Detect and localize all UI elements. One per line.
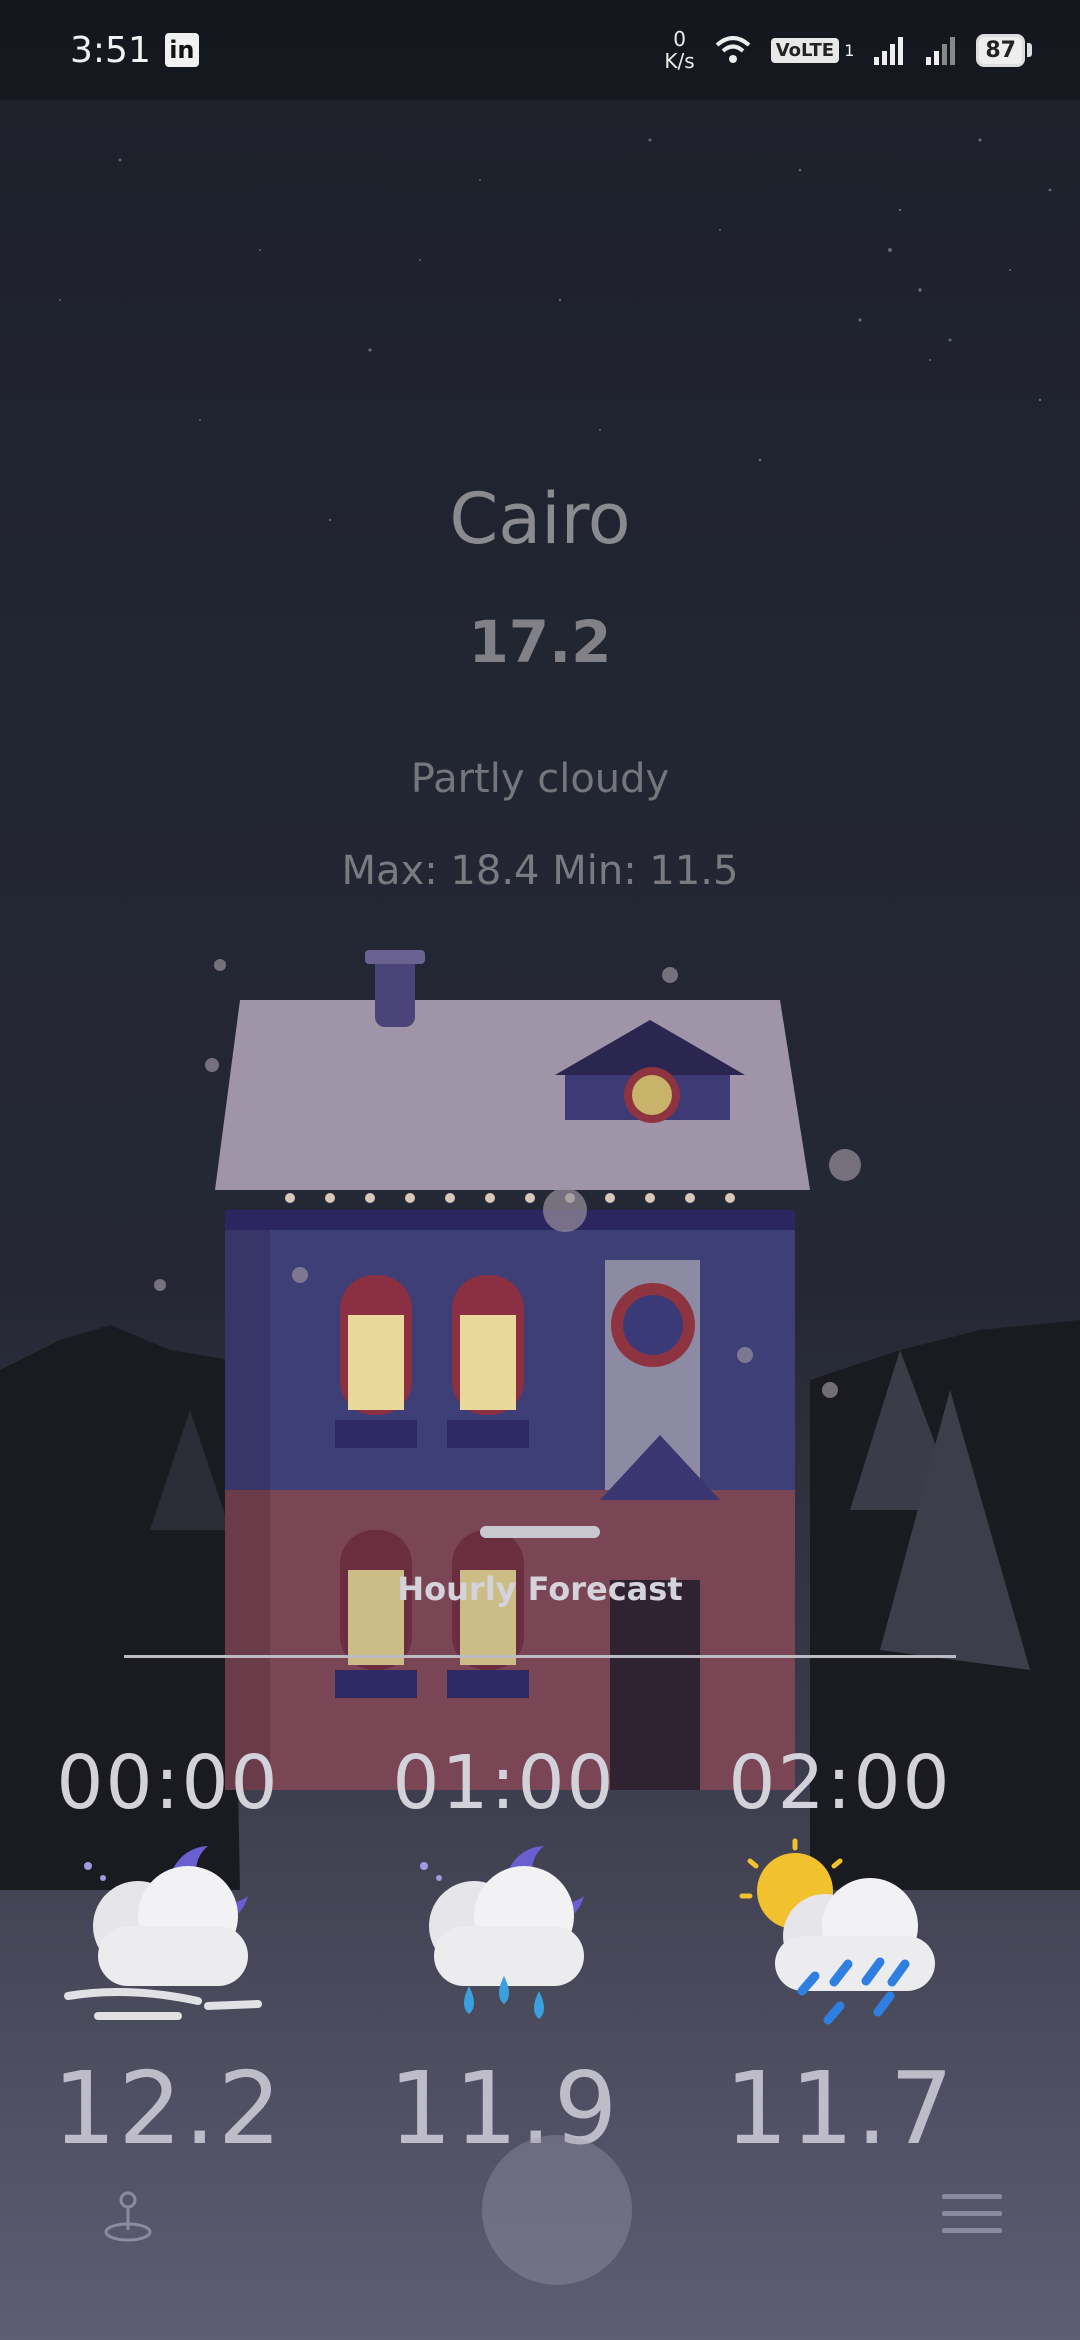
night-cloud-rain-icon [420,1846,584,2019]
weather-condition: Partly cloudy [410,756,670,802]
hour-time: 02:00 [728,1740,952,1826]
current-temperature: 17.2 [468,608,612,676]
sheet-divider [124,1655,956,1658]
sim-index: 1 [844,40,855,60]
location-pin-icon[interactable] [98,2186,158,2246]
city-name: Cairo [449,478,631,560]
status-left: 3:51 in [70,30,199,71]
status-bar: 3:51 in 0 K/s VoLTE 1 87 [0,0,1080,100]
hour-item[interactable]: 02:00 11.7 [690,1740,990,2167]
hourly-forecast-title: Hourly Forecast [397,1570,683,1608]
hour-temperature: 11.9 [388,2050,620,2167]
home-button-icon[interactable] [482,2135,632,2285]
status-right: 0 K/s VoLTE 1 87 [664,28,1032,72]
battery-icon: 87 [976,33,1032,67]
menu-icon[interactable] [942,2192,1002,2236]
volte-icon: VoLTE [770,37,840,63]
hour-time: 00:00 [56,1740,280,1826]
linkedin-icon: in [164,33,199,67]
status-time: 3:51 [70,29,151,71]
hour-item[interactable]: 00:00 12.2 [18,1740,318,2167]
max-min-temperature: Max: 18.4 Min: 11.5 [341,848,739,894]
hour-item[interactable]: 01:00 11.9 [354,1740,654,2167]
signal-icon-2 [926,37,956,65]
night-cloud-wind-icon [64,1846,262,2020]
network-speed-value: 0 [673,27,686,51]
hour-time: 01:00 [392,1740,616,1826]
signal-icon [874,37,904,65]
wifi-icon [715,36,751,63]
battery-level: 87 [976,33,1025,67]
sun-cloud-rain-icon [739,1838,935,2025]
network-speed: 0 K/s [664,28,694,72]
volte-group: VoLTE 1 [770,37,855,63]
sheet-drag-handle[interactable] [480,1526,600,1538]
hour-temperature: 12.2 [52,2050,284,2167]
network-speed-unit: K/s [664,49,695,73]
hour-temperature: 11.7 [724,2050,956,2167]
battery-cap [1027,43,1032,57]
